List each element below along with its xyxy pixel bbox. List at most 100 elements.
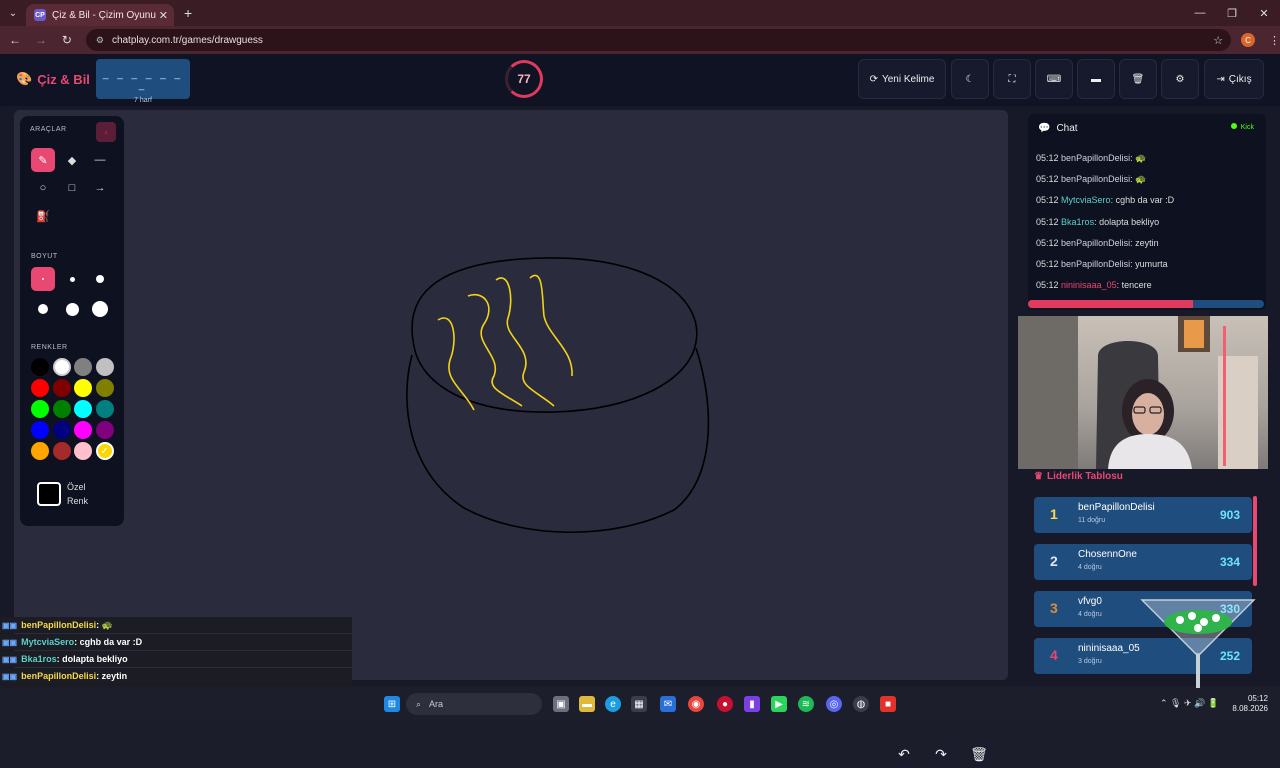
dot-icon [92, 301, 108, 317]
size-option-3[interactable] [88, 267, 112, 291]
play-app-icon[interactable]: ▶ [771, 696, 787, 712]
size-option-2[interactable] [60, 267, 84, 291]
size-option-6[interactable] [88, 297, 112, 321]
color-swatch[interactable] [95, 358, 114, 376]
app-record-icon[interactable]: ■ [880, 696, 896, 712]
store-icon[interactable]: ▦ [631, 696, 647, 712]
taskbar-search[interactable]: ⌕ Ara [406, 693, 542, 715]
app-logo[interactable]: 🎨 Çiz & Bil [16, 71, 90, 87]
overlay-text: : zeytin [96, 671, 128, 681]
archive-button[interactable]: ▬ [1077, 59, 1115, 99]
new-word-button[interactable]: ⟳ Yeni Kelime [858, 59, 946, 99]
line-tool[interactable]: — [88, 148, 112, 172]
tab-search-icon[interactable]: ⌄ [0, 0, 26, 26]
color-swatch[interactable] [31, 379, 49, 397]
arrow-tool[interactable]: → [88, 176, 112, 200]
discord-icon[interactable]: ◎ [826, 696, 842, 712]
collapse-panel-button[interactable]: ‹ [96, 122, 116, 142]
app-red-icon[interactable]: ● [717, 696, 733, 712]
color-swatch[interactable] [31, 442, 49, 460]
browser-tab[interactable]: CP Çiz & Bil - Çizim Oyunu ✕ [26, 4, 174, 26]
color-swatch[interactable] [74, 400, 92, 418]
maximize-icon[interactable]: ❐ [1216, 0, 1248, 26]
tray-icons[interactable]: ⌃ 🎙 ✈ 🔊 🔋 [1160, 698, 1219, 709]
fullscreen-button[interactable]: ⛶ [993, 59, 1031, 99]
martini-glass-overlay [1140, 599, 1256, 700]
spotify-icon[interactable]: ≋ [798, 696, 814, 712]
message-time: 05:12 [1036, 216, 1059, 227]
color-swatch[interactable] [74, 358, 92, 376]
color-swatch[interactable] [31, 421, 49, 439]
correct-count: 11 doğru [1078, 517, 1106, 524]
message-user[interactable]: benPapillonDelisi [1061, 174, 1130, 184]
chat-progress-bar [1028, 300, 1264, 308]
message-user[interactable]: MytcviaSero [1061, 195, 1111, 205]
message-user[interactable]: nininisaaa_05 [1061, 280, 1117, 290]
rectangle-tool[interactable]: □ [60, 176, 84, 200]
color-swatch[interactable] [74, 442, 92, 460]
exit-button[interactable]: ⇥ Çıkış [1204, 59, 1264, 99]
close-window-icon[interactable]: ✕ [1248, 0, 1280, 26]
circle-tool[interactable]: ○ [31, 176, 55, 200]
size-option-1[interactable] [31, 267, 55, 291]
pen-tool[interactable]: ✎ [31, 148, 55, 172]
profile-avatar[interactable]: C [1241, 33, 1256, 47]
color-swatch[interactable] [74, 379, 92, 397]
custom-color-button[interactable]: Özel Renk [37, 480, 97, 508]
redo-button[interactable]: ↷ [927, 740, 955, 768]
delete-button[interactable]: 🗑 [1119, 59, 1157, 99]
color-swatch[interactable] [52, 400, 71, 418]
dark-mode-button[interactable]: ☾ [951, 59, 989, 99]
chat-message: 05:12 Bka1ros: dolapta bekliyo [1036, 217, 1159, 227]
bookmark-star-icon[interactable]: ☆ [1213, 34, 1223, 47]
size-option-5[interactable] [60, 297, 84, 321]
reload-icon[interactable]: ↻ [56, 33, 78, 47]
chrome-icon[interactable]: ◉ [688, 696, 704, 712]
message-text: : cghb da var :D [1110, 195, 1175, 206]
task-view-icon[interactable]: ▣ [553, 696, 569, 712]
color-swatch[interactable] [52, 379, 71, 397]
color-swatch[interactable] [52, 442, 71, 460]
obs-icon[interactable]: ◍ [853, 696, 869, 712]
settings-button[interactable]: ⚙ [1161, 59, 1199, 99]
color-swatch[interactable]: ✓ [95, 442, 114, 460]
leaderboard-scrollbar[interactable] [1253, 496, 1257, 586]
forward-icon[interactable]: → [30, 33, 52, 47]
message-user[interactable]: benPapillonDelisi [1061, 153, 1130, 163]
eraser-tool[interactable]: ◆ [60, 148, 84, 172]
message-user[interactable]: benPapillonDelisi [1061, 259, 1130, 269]
color-swatch[interactable] [95, 421, 114, 439]
keyboard-button[interactable]: ⌨ [1035, 59, 1073, 99]
color-swatch[interactable] [74, 421, 92, 439]
minimize-icon[interactable]: — [1184, 0, 1216, 26]
chat-message: 05:12 nininisaaa_05: tencere [1036, 280, 1152, 290]
undo-button[interactable]: ↶ [890, 740, 918, 768]
url-field[interactable]: ⚙ chatplay.com.tr/games/drawguess ☆ [85, 29, 1232, 51]
dot-icon [69, 276, 75, 282]
close-tab-icon[interactable]: ✕ [159, 9, 168, 22]
color-swatch[interactable] [95, 379, 114, 397]
file-explorer-icon[interactable]: ▬ [579, 696, 595, 712]
message-time: 05:12 [1036, 174, 1059, 185]
clear-canvas-button[interactable]: 🗑 [965, 740, 993, 768]
edge-icon[interactable]: e [605, 696, 621, 712]
start-icon[interactable]: ⊞ [384, 696, 400, 712]
size-heading: BOYUT [31, 253, 58, 260]
color-swatch[interactable] [95, 400, 114, 418]
size-option-4[interactable] [31, 297, 55, 321]
color-swatch[interactable] [52, 421, 71, 439]
system-clock[interactable]: 05:12 8.08.2026 [1232, 694, 1268, 714]
message-user[interactable]: benPapillonDelisi [1061, 238, 1130, 248]
fill-tool[interactable]: ⛽ [31, 204, 55, 228]
new-tab-icon[interactable]: + [184, 5, 192, 21]
menu-kebab-icon[interactable]: ⋮ [1269, 34, 1280, 47]
color-swatch[interactable] [52, 358, 71, 376]
message-user[interactable]: Bka1ros [1061, 217, 1094, 227]
mail-icon[interactable]: ✉ [660, 696, 676, 712]
color-swatch[interactable] [31, 400, 49, 418]
color-swatch[interactable] [31, 358, 49, 376]
back-icon[interactable]: ← [4, 33, 26, 47]
drawing-canvas[interactable] [14, 110, 1008, 680]
app-purple-icon[interactable]: ▮ [744, 696, 760, 712]
site-info-icon[interactable]: ⚙ [96, 35, 104, 46]
